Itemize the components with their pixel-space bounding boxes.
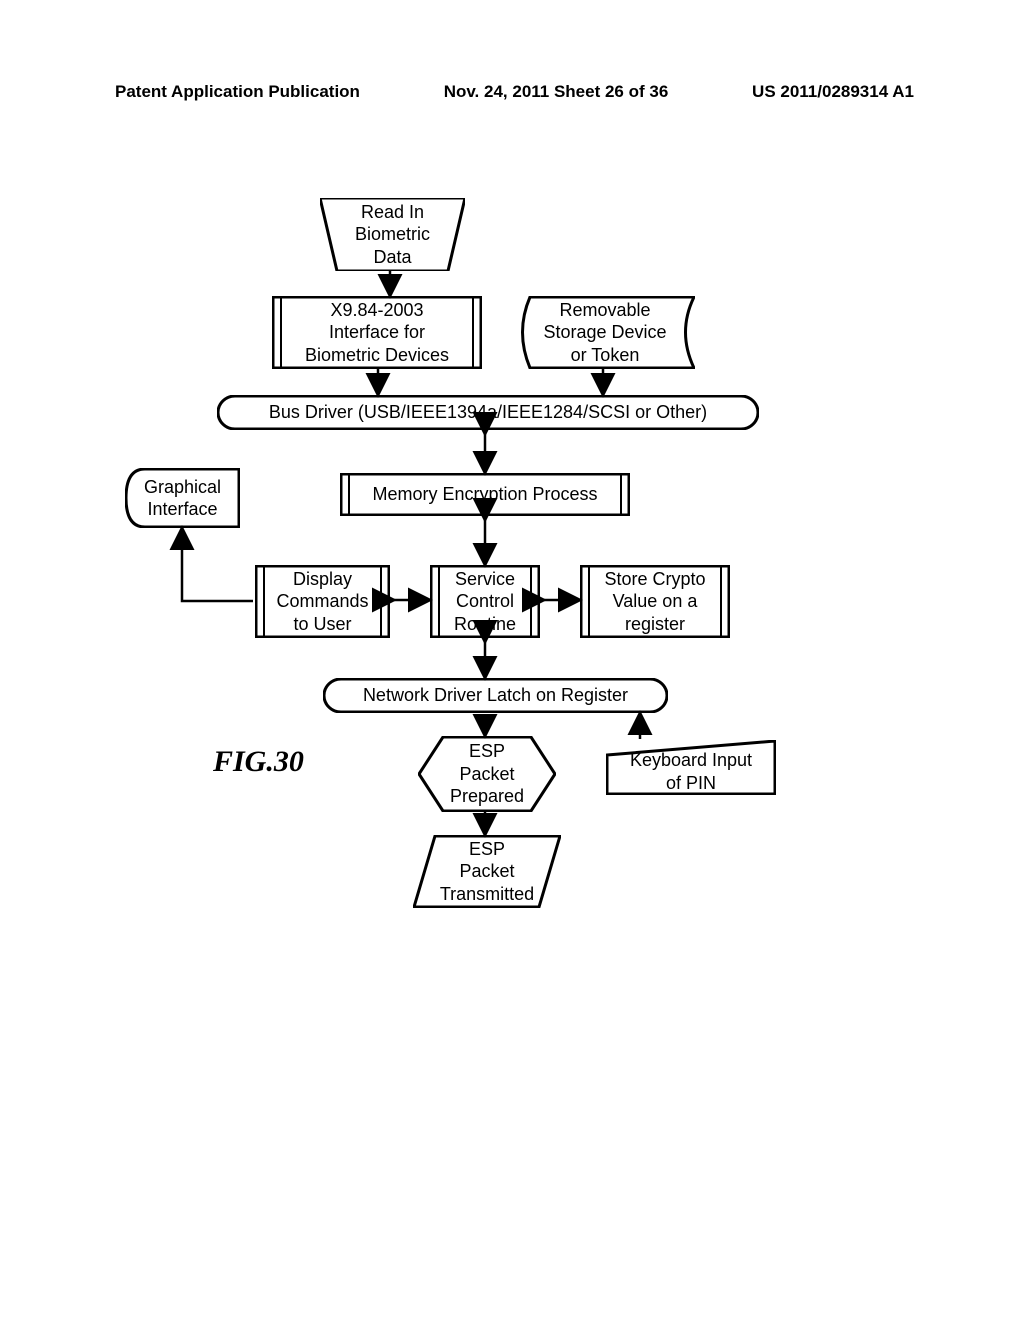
node-bus-driver: Bus Driver (USB/IEEE1394a/IEEE1284/SCSI … xyxy=(217,395,759,430)
node-store-crypto: Store Crypto Value on a register xyxy=(580,565,730,638)
node-x984-interface: X9.84-2003 Interface for Biometric Devic… xyxy=(272,296,482,369)
page-header: Patent Application Publication Nov. 24, … xyxy=(115,82,914,102)
header-center: Nov. 24, 2011 Sheet 26 of 36 xyxy=(444,82,669,102)
header-right: US 2011/0289314 A1 xyxy=(752,82,914,102)
node-keyboard-input: Keyboard Input of PIN xyxy=(606,740,776,795)
flowchart-canvas: Read In Biometric Data X9.84-2003 Interf… xyxy=(0,180,1024,1080)
node-network-driver: Network Driver Latch on Register xyxy=(323,678,668,713)
node-memory-encryption: Memory Encryption Process xyxy=(340,473,630,516)
header-left: Patent Application Publication xyxy=(115,82,360,102)
node-display-commands: Display Commands to User xyxy=(255,565,390,638)
node-graphical-interface: Graphical Interface xyxy=(125,468,240,528)
node-removable-storage: Removable Storage Device or Token xyxy=(515,296,695,369)
